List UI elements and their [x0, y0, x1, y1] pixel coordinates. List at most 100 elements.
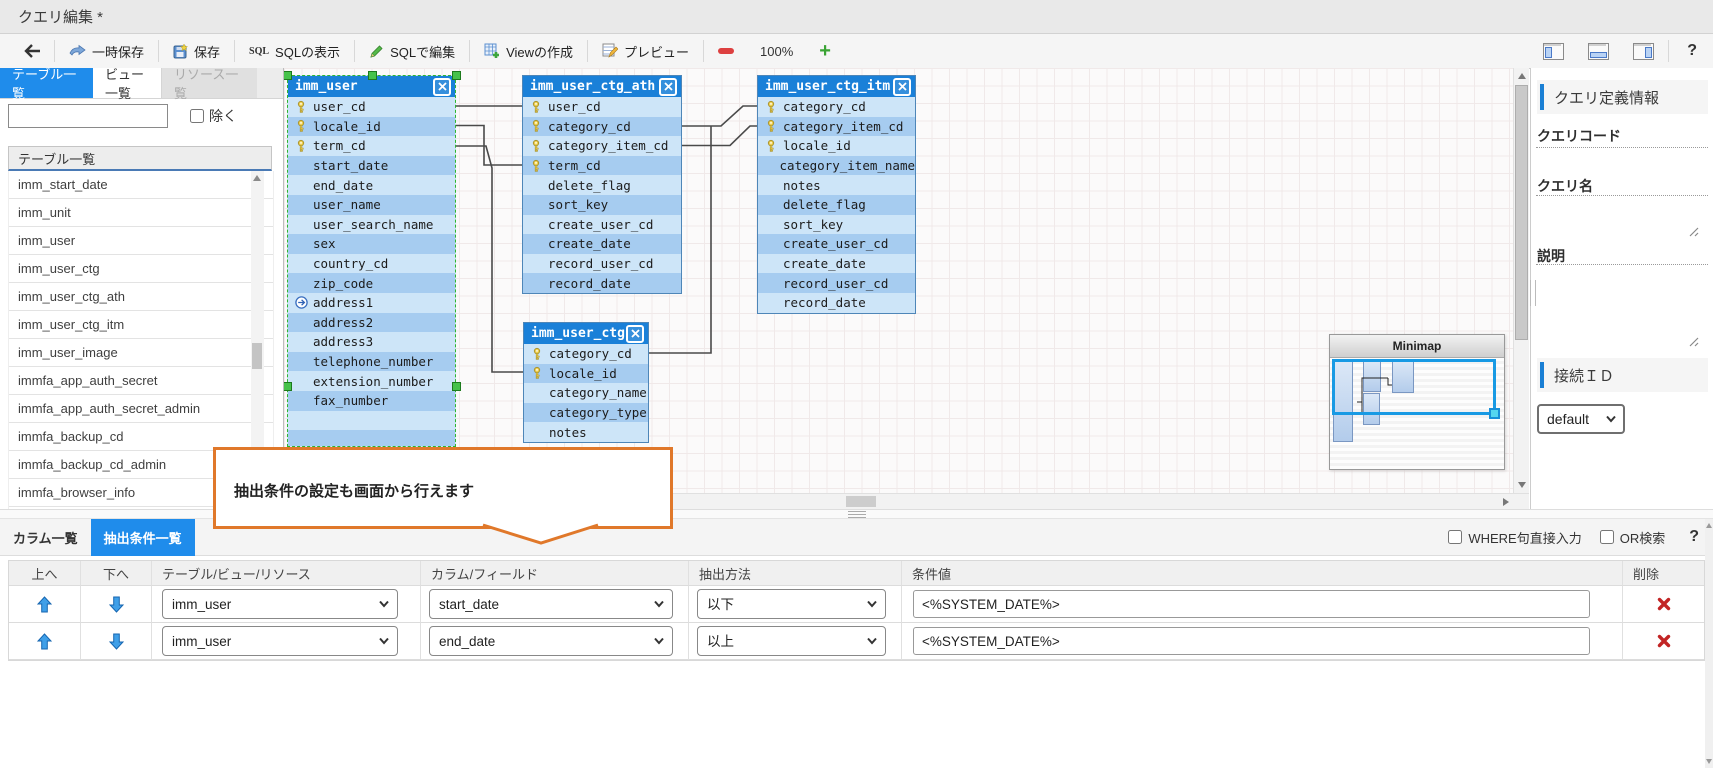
panel-splitter-grip[interactable] [1530, 280, 1536, 306]
er-field[interactable]: zip_code [288, 273, 455, 293]
canvas-vertical-scrollbar[interactable] [1513, 68, 1529, 493]
er-field[interactable]: fax_number [288, 391, 455, 411]
er-field[interactable]: create_date [523, 234, 681, 254]
selection-handle[interactable] [284, 71, 292, 80]
zoom-in-button[interactable]: + [807, 37, 843, 65]
er-table-imm_user_ctg_ath[interactable]: imm_user_ctg_athuser_cdcategory_cdcatego… [522, 75, 682, 294]
er-field[interactable]: term_cd [523, 156, 681, 176]
er-field[interactable]: category_cd [524, 344, 648, 364]
table-list-item[interactable]: imm_user [9, 227, 273, 255]
toggle-left-panel-button[interactable] [1543, 43, 1564, 60]
query-code-input[interactable] [1536, 147, 1708, 148]
or-search-option[interactable]: OR検索 [1600, 528, 1666, 547]
create-view-button[interactable]: Viewの作成 [472, 37, 585, 65]
exclude-checkbox-label[interactable]: 除く [190, 106, 237, 126]
table-list-item[interactable]: imm_user_ctg [9, 255, 273, 283]
er-table-header[interactable]: imm_user_ctg [524, 323, 648, 344]
er-field[interactable]: user_cd [288, 97, 455, 117]
er-table-header[interactable]: imm_user_ctg_ath [523, 76, 681, 97]
delete-row-button[interactable] [1657, 634, 1671, 648]
save-button[interactable]: 保存 [161, 37, 232, 65]
selection-handle[interactable] [452, 71, 461, 80]
minimap-viewport[interactable] [1332, 359, 1496, 415]
minimap-body[interactable] [1330, 358, 1504, 469]
er-field[interactable] [288, 411, 455, 431]
er-field[interactable]: user_search_name [288, 215, 455, 235]
er-field[interactable]: address2 [288, 313, 455, 333]
er-table-imm_user_ctg[interactable]: imm_user_ctgcategory_cdlocale_idcategory… [523, 322, 649, 443]
er-table-close-button[interactable] [893, 78, 911, 96]
query-name-input[interactable] [1536, 195, 1708, 196]
tab-view-list[interactable]: ビュー一覧 [93, 68, 162, 98]
table-list-item[interactable]: imm_user_ctg_itm [9, 311, 273, 339]
minimap[interactable]: Minimap [1329, 334, 1505, 470]
temp-save-button[interactable]: 一時保存 [57, 37, 156, 65]
method-select[interactable]: 以上 [697, 626, 886, 656]
table-list-item[interactable]: immfa_app_auth_secret [9, 367, 273, 395]
table-list-item[interactable]: imm_user_ctg_ath [9, 283, 273, 311]
er-field[interactable]: end_date [288, 175, 455, 195]
where-direct-input-checkbox[interactable] [1448, 530, 1462, 544]
delete-row-button[interactable] [1657, 597, 1671, 611]
er-grid[interactable]: imm_useruser_cdlocale_idterm_cdstart_dat… [284, 68, 1513, 493]
er-field[interactable]: term_cd [288, 136, 455, 156]
back-button[interactable] [14, 37, 52, 65]
er-field[interactable]: country_cd [288, 254, 455, 274]
condition-help-button[interactable]: ? [1689, 528, 1699, 546]
table-list-item[interactable]: imm_start_date [9, 171, 273, 199]
er-field[interactable]: record_user_cd [758, 273, 915, 293]
er-field[interactable]: locale_id [758, 136, 915, 156]
preview-button[interactable]: プレビュー [590, 37, 701, 65]
resize-grip-icon[interactable] [1686, 224, 1699, 237]
er-table-close-button[interactable] [659, 78, 677, 96]
method-select[interactable]: 以下 [697, 589, 886, 619]
er-field[interactable]: category_cd [523, 117, 681, 137]
er-field[interactable]: category_name [524, 383, 648, 403]
move-up-button[interactable] [37, 633, 52, 650]
resize-grip-icon[interactable] [1686, 334, 1699, 347]
er-field[interactable]: delete_flag [758, 195, 915, 215]
connection-select[interactable]: default [1537, 404, 1625, 434]
condition-value-input[interactable] [913, 590, 1590, 618]
description-input[interactable] [1536, 264, 1708, 265]
er-field[interactable]: telephone_number [288, 352, 455, 372]
where-direct-input-option[interactable]: WHERE句直接入力 [1448, 528, 1581, 547]
toolbar-help-button[interactable]: ? [1671, 42, 1713, 60]
column-select[interactable]: start_date [429, 589, 673, 619]
scrollbar-thumb[interactable] [1515, 85, 1528, 340]
tab-table-list[interactable]: テーブル一覧 [0, 68, 93, 98]
selection-handle[interactable] [368, 71, 377, 80]
table-list-item[interactable]: imm_unit [9, 199, 273, 227]
er-field[interactable]: sex [288, 234, 455, 254]
tab-condition-list[interactable]: 抽出条件一覧 [91, 519, 195, 556]
er-field[interactable]: sort_key [758, 215, 915, 235]
move-down-button[interactable] [109, 633, 124, 650]
er-field[interactable]: category_cd [758, 97, 915, 117]
er-field[interactable]: notes [524, 422, 648, 442]
table-filter-input[interactable] [8, 104, 168, 128]
scrollbar-thumb[interactable] [846, 496, 876, 507]
er-field[interactable]: category_item_cd [523, 136, 681, 156]
bottom-panel-scrollbar[interactable] [1705, 519, 1713, 768]
table-list-item[interactable]: imm_user_image [9, 339, 273, 367]
toggle-right-panel-button[interactable] [1633, 43, 1654, 60]
toggle-bottom-panel-button[interactable] [1588, 43, 1609, 60]
er-field[interactable]: locale_id [524, 364, 648, 384]
er-field[interactable]: address1 [288, 293, 455, 313]
er-table-close-button[interactable] [433, 78, 451, 96]
er-field[interactable]: record_date [523, 273, 681, 293]
er-table-close-button[interactable] [626, 325, 644, 343]
er-field[interactable]: category_item_cd [758, 117, 915, 137]
er-field[interactable]: create_date [758, 254, 915, 274]
er-field[interactable] [288, 430, 455, 447]
er-field[interactable]: user_name [288, 195, 455, 215]
selection-handle[interactable] [452, 382, 461, 391]
er-field[interactable]: record_user_cd [523, 254, 681, 274]
er-table-imm_user_ctg_itm[interactable]: imm_user_ctg_itmcategory_cdcategory_item… [757, 75, 916, 314]
scrollbar-thumb[interactable] [252, 343, 262, 369]
er-field[interactable]: create_user_cd [758, 234, 915, 254]
or-search-checkbox[interactable] [1600, 530, 1614, 544]
er-field[interactable]: locale_id [288, 117, 455, 137]
selection-handle[interactable] [284, 382, 292, 391]
zoom-out-button[interactable] [706, 37, 746, 65]
